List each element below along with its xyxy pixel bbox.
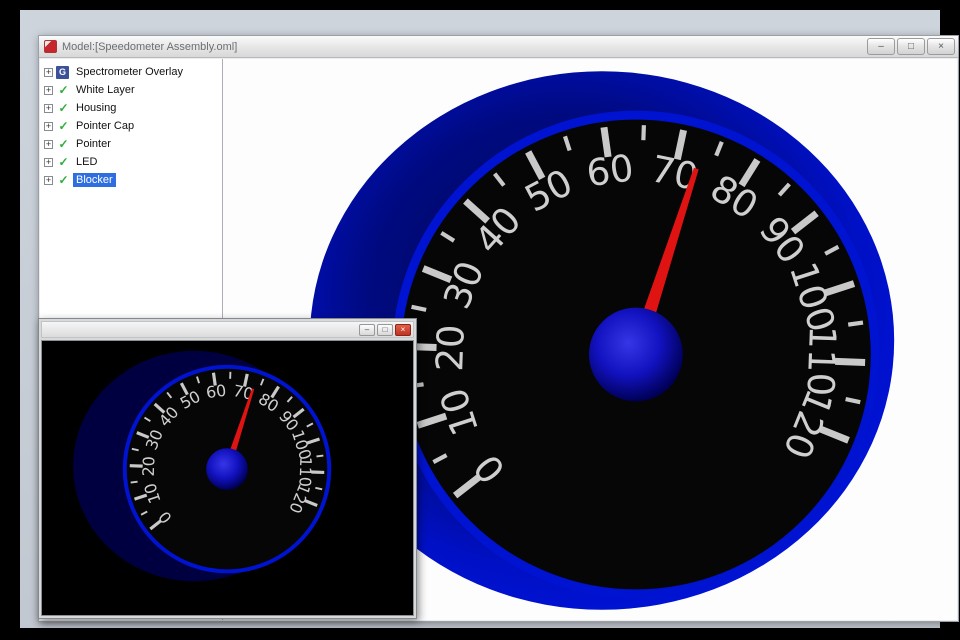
close-button[interactable]: × [927,38,955,55]
tree-item-pointer-cap[interactable]: +✓Pointer Cap [40,117,222,135]
expander-plus-icon[interactable]: + [44,176,53,185]
screen: Model:[Speedometer Assembly.oml] – □ × +… [0,0,960,640]
maximize-button[interactable]: □ [897,38,925,55]
visibility-check-icon[interactable]: ✓ [56,174,71,187]
tree-item-label[interactable]: Pointer [73,137,114,151]
window-title: Model:[Speedometer Assembly.oml] [62,41,867,53]
svg-text:60: 60 [205,381,228,403]
tree-item-label[interactable]: Spectrometer Overlay [73,65,186,79]
preview-minimize-button[interactable]: – [359,324,375,336]
minimize-button[interactable]: – [867,38,895,55]
window-controls: – □ × [867,38,955,55]
tree-item-blocker[interactable]: +✓Blocker [40,171,222,189]
visibility-check-icon[interactable]: ✓ [56,102,71,115]
expander-plus-icon[interactable]: + [44,68,53,77]
tree-item-white-layer[interactable]: +✓White Layer [40,81,222,99]
svg-text:60: 60 [584,146,636,195]
svg-text:20: 20 [139,456,159,477]
visibility-check-icon[interactable]: ✓ [56,84,71,97]
expander-plus-icon[interactable]: + [44,140,53,149]
app-icon [44,40,57,53]
tree-item-housing[interactable]: +✓Housing [40,99,222,117]
visibility-check-icon[interactable]: ✓ [56,120,71,133]
svg-text:20: 20 [428,324,473,372]
tree-item-label[interactable]: Pointer Cap [73,119,137,133]
preview-titlebar[interactable]: – □ × [41,321,414,338]
tree-item-spectrometer-overlay[interactable]: +G Spectrometer Overlay [40,63,222,81]
preview-window: – □ × 0102030405060708090100110120 [38,318,417,619]
expander-plus-icon[interactable]: + [44,86,53,95]
tree-item-label[interactable]: LED [73,155,100,169]
tree-item-pointer[interactable]: +✓Pointer [40,135,222,153]
preview-render-area: 0102030405060708090100110120 [41,340,414,616]
tree-item-label[interactable]: Housing [73,101,119,115]
expander-plus-icon[interactable]: + [44,122,53,131]
expander-plus-icon[interactable]: + [44,104,53,113]
group-icon[interactable]: G [56,66,69,79]
tree-item-label[interactable]: Blocker [73,173,116,187]
preview-close-button[interactable]: × [395,324,411,336]
visibility-check-icon[interactable]: ✓ [56,138,71,151]
tree-item-led[interactable]: +✓LED [40,153,222,171]
main-titlebar[interactable]: Model:[Speedometer Assembly.oml] – □ × [39,36,958,58]
preview-maximize-button[interactable]: □ [377,324,393,336]
expander-plus-icon[interactable]: + [44,158,53,167]
tree-item-label[interactable]: White Layer [73,83,138,97]
preview-speedometer-render: 0102030405060708090100110120 [42,341,413,615]
desktop: Model:[Speedometer Assembly.oml] – □ × +… [20,10,940,628]
visibility-check-icon[interactable]: ✓ [56,156,71,169]
